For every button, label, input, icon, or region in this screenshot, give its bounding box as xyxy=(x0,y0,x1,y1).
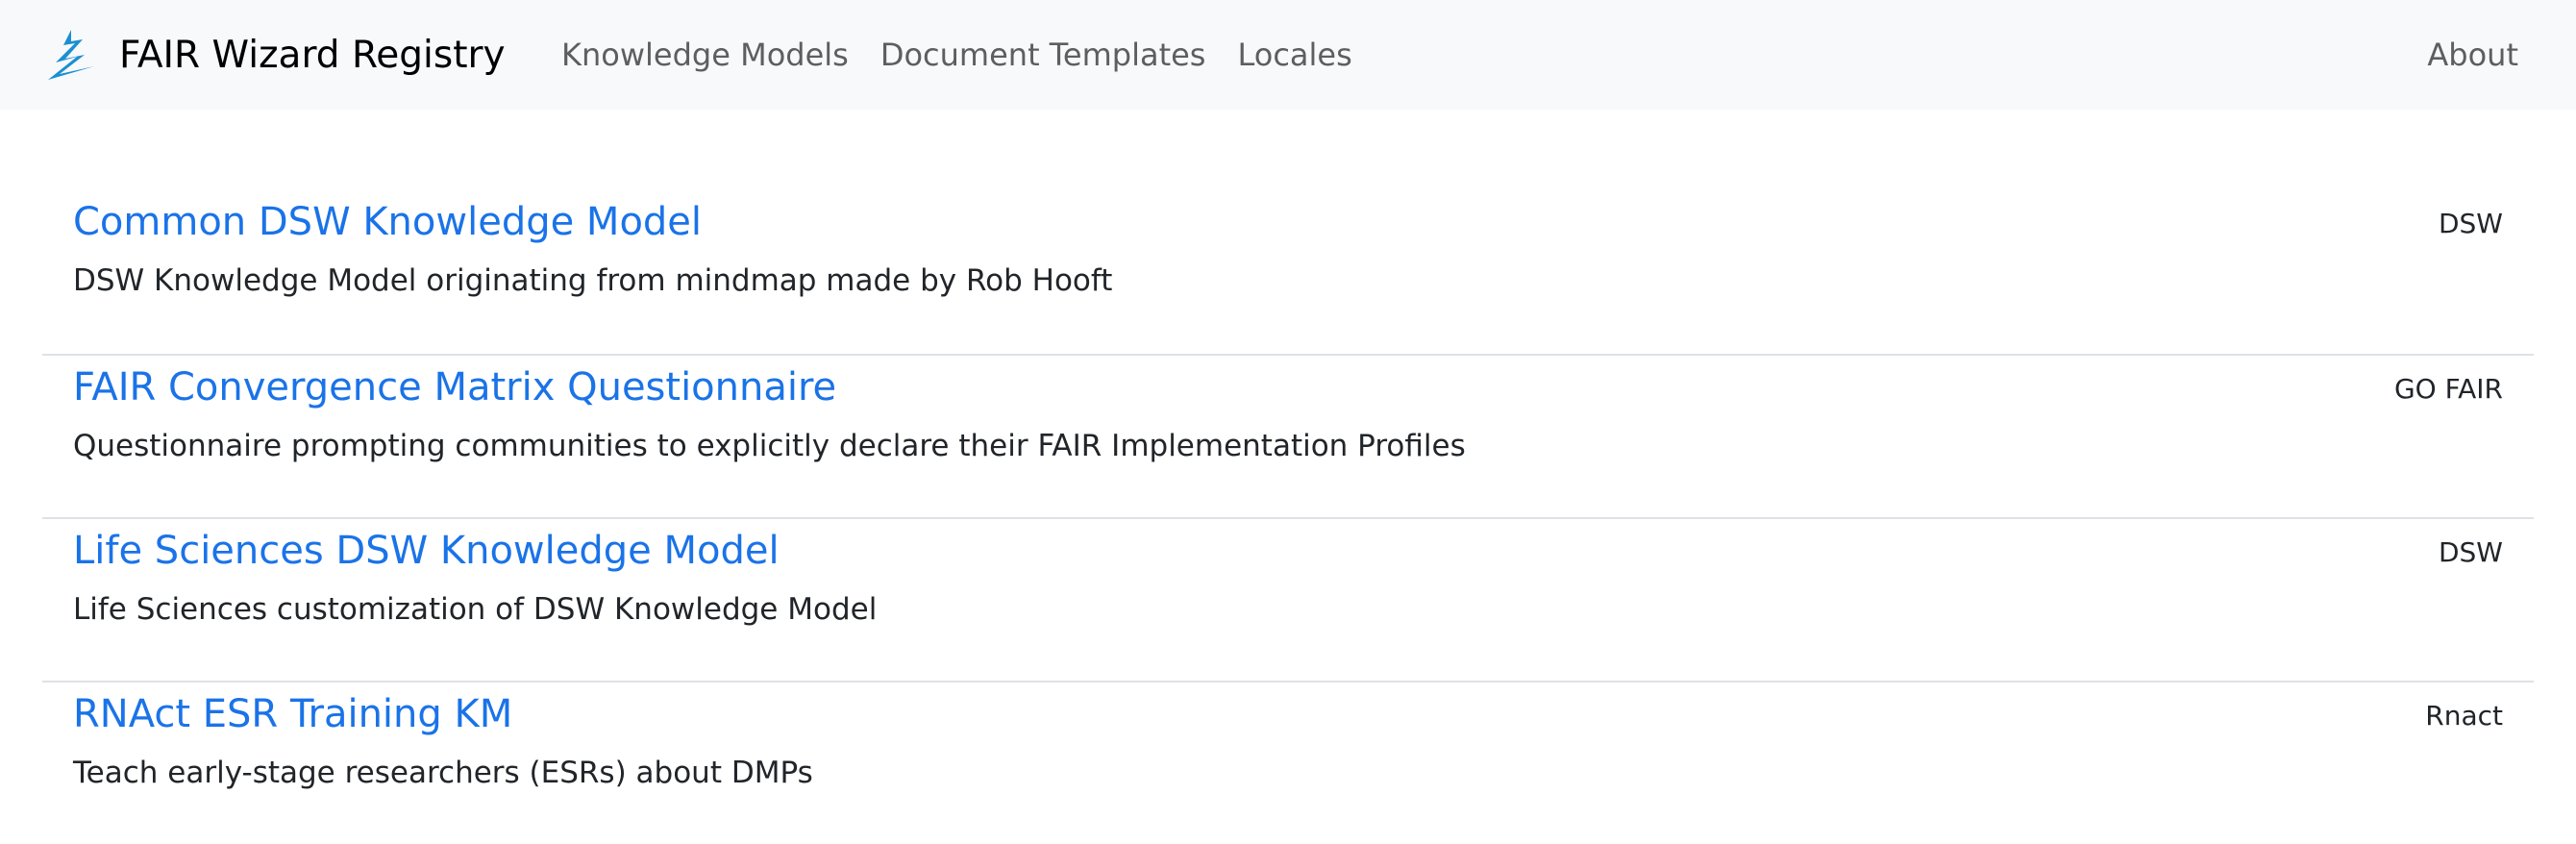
km-organization: DSW xyxy=(2438,536,2503,568)
list-item: RNAct ESR Training KM Teach early-stage … xyxy=(42,681,2534,844)
nav-locales[interactable]: Locales xyxy=(1237,37,1351,73)
km-organization: Rnact xyxy=(2425,700,2503,732)
list-item: Life Sciences DSW Knowledge Model Life S… xyxy=(42,517,2534,681)
km-description: Questionnaire prompting communities to e… xyxy=(73,429,1466,463)
knowledge-model-list: Common DSW Knowledge Model DSW Knowledge… xyxy=(42,190,2534,844)
nav-document-templates[interactable]: Document Templates xyxy=(880,37,1206,73)
nav-knowledge-models[interactable]: Knowledge Models xyxy=(561,37,849,73)
km-organization: DSW xyxy=(2438,208,2503,239)
km-title-link[interactable]: FAIR Convergence Matrix Questionnaire xyxy=(73,365,836,410)
km-title-link[interactable]: Common DSW Knowledge Model xyxy=(73,200,702,244)
km-description: Life Sciences customization of DSW Knowl… xyxy=(73,592,878,627)
top-navbar: FAIR Wizard Registry Knowledge Models Do… xyxy=(0,0,2576,110)
fair-wizard-logo-icon xyxy=(42,26,100,84)
nav-about[interactable]: About xyxy=(2427,0,2518,110)
km-title-link[interactable]: Life Sciences DSW Knowledge Model xyxy=(73,529,780,573)
brand-link[interactable]: FAIR Wizard Registry xyxy=(42,25,506,85)
brand-title: FAIR Wizard Registry xyxy=(119,33,506,77)
km-organization: GO FAIR xyxy=(2393,373,2503,405)
list-item: Common DSW Knowledge Model DSW Knowledge… xyxy=(42,190,2534,354)
km-title-link[interactable]: RNAct ESR Training KM xyxy=(73,692,512,736)
list-item: FAIR Convergence Matrix Questionnaire Qu… xyxy=(42,354,2534,517)
main-nav: Knowledge Models Document Templates Loca… xyxy=(561,0,1384,110)
km-description: Teach early-stage researchers (ESRs) abo… xyxy=(73,756,813,790)
km-description: DSW Knowledge Model originating from min… xyxy=(73,263,1113,298)
